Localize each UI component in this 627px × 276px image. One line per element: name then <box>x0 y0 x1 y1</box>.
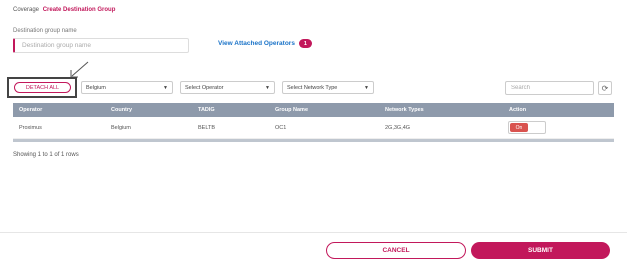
submit-button[interactable]: SUBMIT <box>471 242 610 259</box>
country-select[interactable]: Belgium ▼ <box>81 81 173 94</box>
table-bottom-border <box>13 139 614 142</box>
view-attached-link[interactable]: View Attached Operators <box>218 40 295 47</box>
view-attached-operators[interactable]: View Attached Operators 1 <box>218 39 312 48</box>
cell-group-name: OC1 <box>275 125 287 131</box>
detach-all-button[interactable]: DETACH ALL <box>14 82 71 93</box>
toggle-on-label: On <box>510 123 528 132</box>
breadcrumb-current: Create Destination Group <box>42 7 116 13</box>
network-type-select[interactable]: Select Network Type ▼ <box>282 81 374 94</box>
breadcrumb-parent[interactable]: Coverage <box>13 7 39 13</box>
chevron-down-icon: ▼ <box>364 85 369 91</box>
footer-divider <box>0 232 627 233</box>
refresh-button[interactable]: ⟳ <box>598 81 612 95</box>
cell-network-types: 2G,3G,4G <box>385 125 411 131</box>
pagination-summary: Showing 1 to 1 of 1 rows <box>13 152 79 158</box>
table-header: Operator Country TADIG Group Name Networ… <box>13 103 614 117</box>
chevron-down-icon: ▼ <box>163 85 168 91</box>
network-select-value: Select Network Type <box>287 84 338 91</box>
header-network-types[interactable]: Network Types <box>385 107 424 113</box>
cell-country: Belgium <box>111 125 131 131</box>
group-name-input[interactable] <box>13 38 189 53</box>
header-action: Action <box>509 107 527 113</box>
action-toggle[interactable]: On <box>508 121 546 134</box>
operator-select-value: Select Operator <box>185 84 224 91</box>
breadcrumb: Coverage Create Destination Group <box>13 7 115 13</box>
search-input[interactable] <box>505 81 594 95</box>
attached-count-badge: 1 <box>298 39 312 48</box>
table-row[interactable]: Proximus Belgium BELTB OC1 2G,3G,4G On <box>13 117 614 139</box>
detach-all-highlight: DETACH ALL <box>7 77 77 98</box>
header-country[interactable]: Country <box>111 107 132 113</box>
chevron-down-icon: ▼ <box>265 85 270 91</box>
operator-select[interactable]: Select Operator ▼ <box>180 81 275 94</box>
cell-tadig: BELTB <box>198 125 216 131</box>
cell-operator: Proximus <box>19 125 42 131</box>
cancel-button[interactable]: CANCEL <box>326 242 466 259</box>
operators-table: Operator Country TADIG Group Name Networ… <box>13 103 614 142</box>
header-tadig[interactable]: TADIG <box>198 107 215 113</box>
country-select-value: Belgium <box>86 84 106 91</box>
refresh-icon: ⟳ <box>601 83 609 93</box>
header-group-name[interactable]: Group Name <box>275 107 308 113</box>
header-operator[interactable]: Operator <box>19 107 42 113</box>
group-name-label: Destination group name <box>13 28 77 34</box>
